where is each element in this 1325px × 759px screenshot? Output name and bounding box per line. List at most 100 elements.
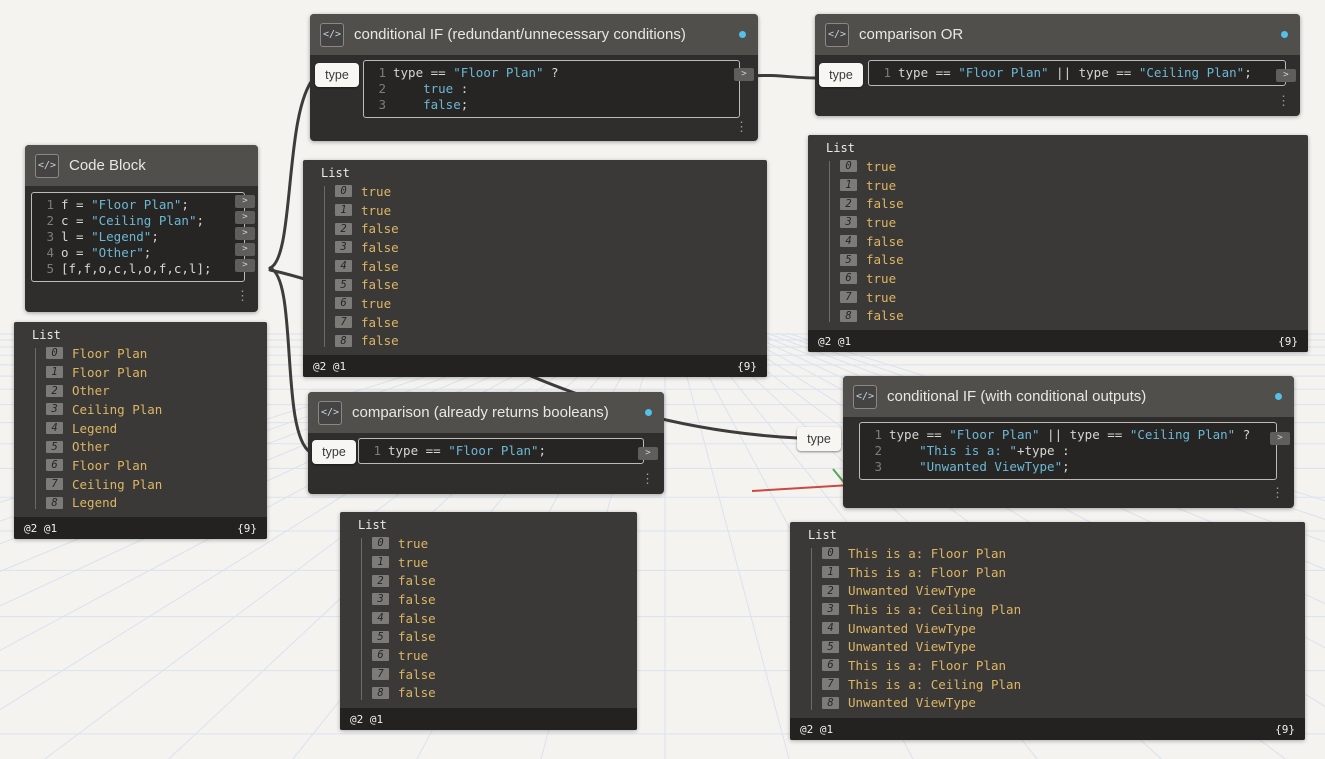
node-comparison-or[interactable]: </> comparison OR type 1 type == "Floor P… — [815, 14, 1300, 116]
preview-list-comparison-or[interactable]: List 0 true 1 true 2 false 3 true 4 false 5 false 6 t… — [808, 135, 1308, 352]
tree-indent-line — [35, 348, 36, 509]
list-item-value: Floor Plan — [72, 364, 148, 380]
node-header[interactable]: </> comparison (already returns booleans… — [308, 392, 664, 433]
output-port[interactable]: > — [235, 227, 255, 240]
list-item: 6 Floor Plan — [46, 456, 263, 475]
output-port[interactable]: > — [734, 68, 754, 81]
line-number: 5 — [46, 261, 54, 276]
list-item: 2 Unwanted ViewType — [822, 581, 1301, 600]
output-port[interactable]: > — [235, 259, 255, 272]
list-item-value: false — [398, 685, 436, 701]
list-item-index: 1 — [822, 566, 839, 579]
list-items: 0 true 1 true 2 false 3 false 4 false 5 false 6 true 7… — [335, 182, 763, 350]
code-token: type == — [889, 427, 950, 442]
preview-list-comparison[interactable]: List 0 true 1 true 2 false 3 false 4 false 5 false 6… — [340, 512, 637, 730]
code-editor[interactable]: 1 type == "Floor Plan"; — [358, 438, 644, 464]
node-context-menu-icon[interactable]: ⋮ — [1277, 93, 1290, 109]
code-editor[interactable]: 1 type == "Floor Plan" ? 2 true :3 false; — [363, 60, 740, 118]
list-item-index: 0 — [372, 537, 389, 550]
node-context-menu-icon[interactable]: ⋮ — [735, 119, 748, 135]
code-token: "Other" — [91, 245, 144, 260]
line-number: 2 — [46, 213, 54, 228]
preview-list-conditional-if[interactable]: List 0 true 1 true 2 false 3 false 4 false 5 false 6… — [303, 160, 767, 377]
list-item-index: 4 — [822, 622, 839, 635]
code-line: 2 c = "Ceiling Plan"; — [38, 213, 238, 229]
node-conditional-if-redundant[interactable]: </> conditional IF (redundant/unnecessar… — [310, 14, 758, 141]
list-item: 0 true — [335, 182, 763, 201]
input-port-type[interactable]: type — [797, 427, 841, 451]
list-item-value: true — [866, 214, 897, 230]
list-item-index: 6 — [335, 297, 352, 310]
code-block-icon: </> — [825, 22, 849, 47]
output-port[interactable]: > — [1276, 69, 1296, 82]
code-editor[interactable]: 1 type == "Floor Plan" || type == "Ceilin… — [868, 60, 1286, 86]
list-item-value: Floor Plan — [72, 345, 148, 361]
code-editor[interactable]: 1 f = "Floor Plan"; 2 c = "Ceiling Plan"; 3 l… — [31, 192, 245, 282]
list-item-index: 7 — [840, 291, 857, 304]
code-token: ? — [543, 65, 559, 80]
node-title: comparison (already returns booleans) — [352, 404, 609, 421]
list-item-index: 7 — [335, 316, 352, 329]
list-item: 3 This is a: Ceiling Plan — [822, 600, 1301, 619]
list-item-value: false — [361, 239, 399, 255]
list-item-index: 0 — [840, 160, 857, 173]
code-token: : — [453, 81, 469, 96]
code-token: "This is a: " — [919, 443, 1017, 458]
node-context-menu-icon[interactable]: ⋮ — [236, 288, 249, 304]
output-ports: > — [1276, 69, 1296, 82]
output-port[interactable]: > — [235, 211, 255, 224]
node-header[interactable]: </> conditional IF (with conditional out… — [843, 376, 1294, 417]
code-token: false — [423, 97, 461, 112]
node-code-block[interactable]: </> Code Block 1 f = "Floor Plan"; 2 c = "C… — [25, 145, 258, 312]
preview-levels: @2 @1 — [818, 334, 852, 348]
list-item: 3 false — [335, 238, 763, 257]
list-item-index: 1 — [840, 179, 857, 192]
line-number: 1 — [373, 443, 381, 458]
code-editor[interactable]: 1 type == "Floor Plan" || type == "Ceilin… — [859, 422, 1277, 480]
list-item-index: 2 — [372, 574, 389, 587]
code-token: ; — [181, 197, 189, 212]
output-port[interactable]: > — [235, 195, 255, 208]
list-items: 0 Floor Plan 1 Floor Plan 2 Other 3 Ceiling Pla… — [46, 344, 263, 512]
list-item-index: 7 — [372, 668, 389, 681]
list-item-value: false — [866, 308, 904, 324]
list-item: 5 false — [372, 627, 633, 646]
node-conditional-if-outputs[interactable]: </> conditional IF (with conditional out… — [797, 376, 1294, 508]
list-item-value: Ceiling Plan — [72, 476, 163, 492]
node-context-menu-icon[interactable]: ⋮ — [641, 471, 654, 487]
list-item-value: Other — [72, 383, 110, 399]
preview-list-conditional-outputs[interactable]: List 0 This is a: Floor Plan 1 This is a: F… — [790, 522, 1305, 740]
list-item-value: true — [361, 183, 392, 199]
wire-to-comparison-or[interactable] — [750, 73, 818, 80]
list-item-index: 6 — [46, 459, 63, 472]
node-context-menu-icon[interactable]: ⋮ — [1271, 485, 1284, 501]
code-token: || type == — [1048, 65, 1139, 80]
code-token: ; — [143, 245, 152, 260]
output-port[interactable]: > — [235, 243, 255, 256]
line-number: 2 — [874, 443, 882, 458]
list-item-value: false — [398, 629, 436, 645]
list-item-index: 2 — [46, 384, 63, 397]
list-item: 7 Ceiling Plan — [46, 475, 263, 494]
output-port[interactable]: > — [1270, 432, 1290, 445]
node-header[interactable]: </> conditional IF (redundant/unnecessar… — [310, 14, 758, 55]
input-port-type[interactable]: type — [312, 440, 356, 464]
preview-list-code-block[interactable]: List 0 Floor Plan 1 Floor Plan 2 Other 3 Ceilin… — [14, 322, 267, 539]
input-port-type[interactable]: type — [819, 63, 863, 87]
list-item: 4 false — [840, 232, 1304, 251]
node-comparison-booleans[interactable]: </> comparison (already returns booleans… — [308, 392, 664, 494]
code-token: "Unwanted ViewType" — [919, 459, 1063, 474]
node-header[interactable]: </> Code Block — [25, 145, 258, 186]
code-token: "Legend" — [91, 229, 152, 244]
code-token: ; — [460, 97, 469, 112]
list-item-index: 4 — [335, 260, 352, 273]
output-port[interactable]: > — [638, 447, 658, 460]
code-token: type == — [898, 65, 959, 80]
list-item-value: true — [866, 270, 897, 286]
input-port-type[interactable]: type — [315, 63, 359, 87]
node-header[interactable]: </> comparison OR — [815, 14, 1300, 55]
list-item: 6 This is a: Floor Plan — [822, 656, 1301, 675]
list-item: 4 false — [335, 257, 763, 276]
